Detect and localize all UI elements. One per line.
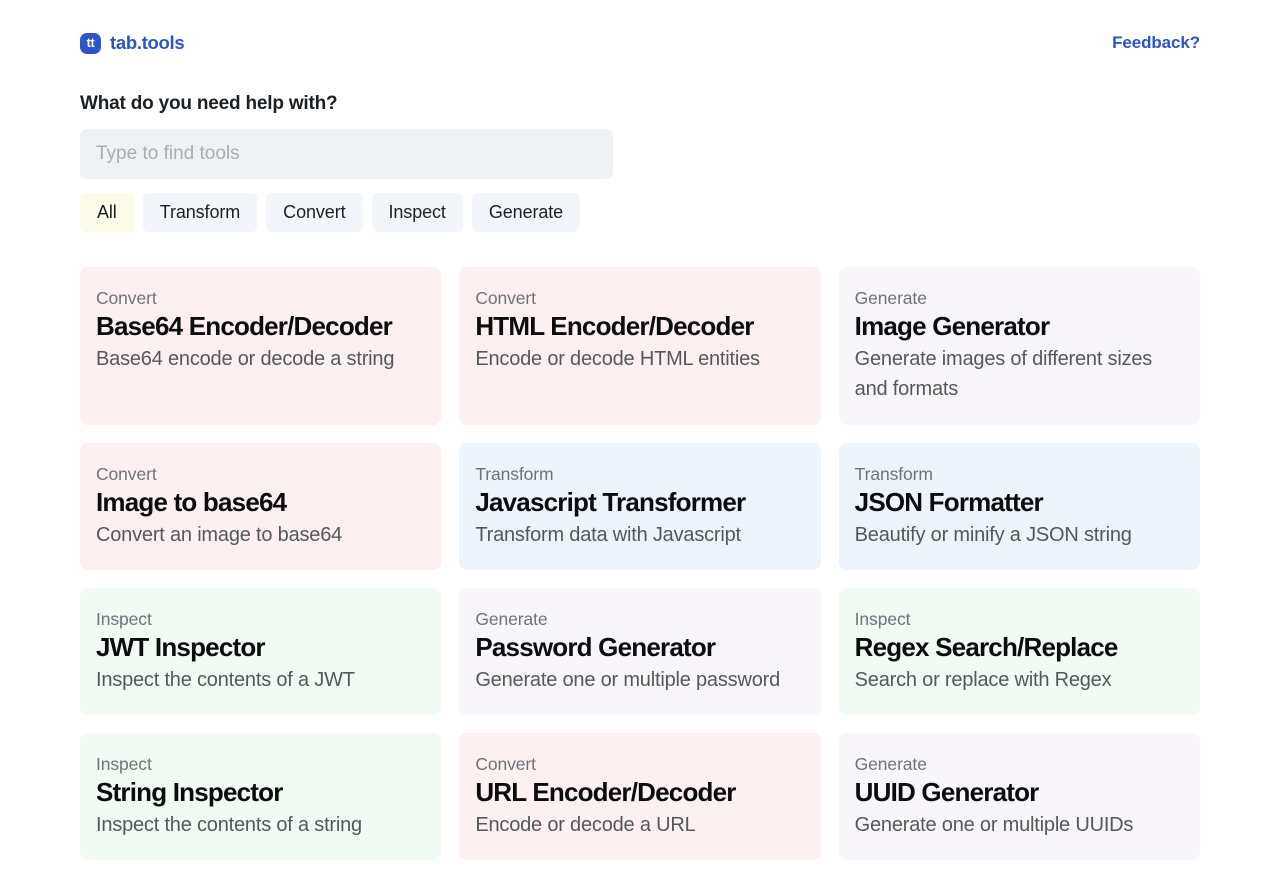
tool-card-grid: Convert Base64 Encoder/Decoder Base64 enco…	[80, 267, 1200, 896]
filter-generate[interactable]: Generate	[471, 193, 581, 232]
tool-card-category: Generate	[475, 609, 548, 630]
tool-card-title: Regex Search/Replace	[854, 632, 1119, 663]
tool-card[interactable]: Inspect JWT Inspector Inspect the contents…	[80, 588, 442, 716]
tool-card[interactable]: Convert URL Encoder/Decoder Encode or deco…	[459, 733, 821, 861]
brand-home-link[interactable]: tt tab.tools	[80, 32, 185, 54]
tool-card-description: Base64 encode or decode a string	[96, 348, 395, 371]
tool-card-description: Generate one or multiple UUIDs	[854, 814, 1134, 837]
tool-card-category: Generate	[854, 288, 927, 308]
category-filter-bar: All Transform Convert Inspect Generate	[80, 193, 1200, 232]
tool-card-title: HTML Encoder/Decoder	[475, 311, 754, 341]
tool-card[interactable]: Inspect String Inspector Inspect the conte…	[80, 733, 442, 861]
tool-card-category: Inspect	[96, 609, 152, 630]
top-header: tt tab.tools Feedback?	[80, 22, 1200, 64]
tool-card-category: Transform	[475, 464, 554, 484]
tool-card-description: Inspect the contents of a JWT	[96, 669, 355, 692]
tool-card[interactable]: Generate UUID Generator Generate one or mu…	[838, 733, 1200, 861]
filter-transform[interactable]: Transform	[142, 193, 258, 232]
tab-tools-logo-icon: tt	[80, 32, 101, 54]
brand-name: tab.tools	[110, 32, 185, 53]
tool-card-title: URL Encoder/Decoder	[475, 777, 736, 808]
tool-card[interactable]: Convert Image to base64 Convert an image t…	[80, 443, 442, 571]
tool-card-description: Generate one or multiple password	[475, 669, 781, 692]
tool-card[interactable]: Transform JSON Formatter Beautify or minif…	[838, 443, 1200, 571]
tool-card-title: String Inspector	[96, 777, 283, 808]
tool-card-description: Inspect the contents of a string	[96, 814, 362, 837]
tool-card[interactable]: Convert Base64 Encoder/Decoder Base64 enco…	[80, 267, 442, 425]
tool-card-title: JWT Inspector	[96, 632, 266, 663]
tool-card-title: UUID Generator	[854, 777, 1040, 808]
page-root: tt tab.tools Feedback? What do you need …	[0, 0, 1280, 896]
tool-card[interactable]: Transform Javascript Transformer Transform…	[459, 443, 821, 571]
tool-card-category: Generate	[854, 754, 927, 775]
filter-all[interactable]: All	[80, 193, 134, 232]
tool-card-description: Encode or decode a URL	[475, 814, 696, 837]
tool-card-category: Transform	[854, 464, 933, 484]
tool-card-description: Beautify or minify a JSON string	[854, 524, 1132, 547]
tool-card-description: Convert an image to base64	[96, 524, 343, 547]
tool-card-description: Transform data with Javascript	[475, 524, 741, 547]
tool-card-category: Convert	[475, 288, 536, 308]
tool-card-title: Image to base64	[96, 487, 287, 517]
tool-card-description: Generate images of different sizes and f…	[854, 348, 1153, 401]
tool-card[interactable]: Inspect Regex Search/Replace Search or rep…	[838, 588, 1200, 716]
tool-card-category: Inspect	[854, 609, 911, 630]
tool-card-title: Base64 Encoder/Decoder	[96, 311, 393, 341]
filter-inspect[interactable]: Inspect	[371, 193, 463, 232]
feedback-link[interactable]: Feedback?	[1112, 33, 1200, 53]
tool-card-category: Convert	[96, 464, 157, 484]
tool-card-category: Convert	[475, 754, 536, 775]
tool-card-category: Inspect	[96, 754, 152, 775]
tool-card-description: Search or replace with Regex	[854, 669, 1112, 692]
search-input[interactable]	[80, 129, 613, 179]
tool-card-title: Image Generator	[854, 311, 1050, 341]
tool-card-title: Javascript Transformer	[475, 487, 746, 517]
tool-card-description: Encode or decode HTML entities	[475, 348, 760, 371]
filter-convert[interactable]: Convert	[266, 193, 363, 232]
tool-card[interactable]: Generate Image Generator Generate images o…	[838, 267, 1200, 425]
tool-card[interactable]: Generate Password Generator Generate one o…	[459, 588, 821, 716]
tool-card-category: Convert	[96, 288, 157, 308]
tool-card[interactable]: Convert HTML Encoder/Decoder Encode or dec…	[459, 267, 821, 425]
tool-card-title: Password Generator	[475, 632, 716, 663]
page-title: What do you need help with?	[80, 93, 338, 114]
tool-card-title: JSON Formatter	[854, 487, 1044, 517]
